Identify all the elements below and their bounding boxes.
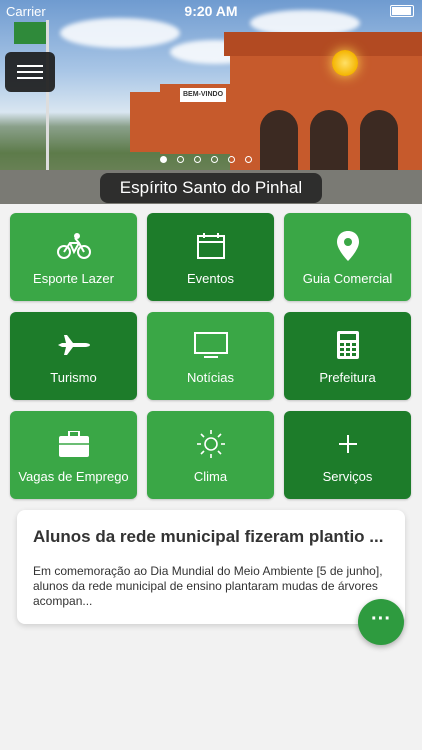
city-name-label: Espírito Santo do Pinhal [100, 173, 322, 203]
tile-prefeitura[interactable]: Prefeitura [284, 312, 411, 400]
carousel-dot[interactable] [160, 156, 167, 163]
tile-label: Guia Comercial [302, 271, 393, 286]
tile-noticias[interactable]: Notícias [147, 312, 274, 400]
plus-icon [284, 427, 411, 461]
tile-label: Clima [193, 469, 228, 484]
gate-pillar [130, 92, 160, 152]
tile-turismo[interactable]: Turismo [10, 312, 137, 400]
tile-clima[interactable]: Clima [147, 411, 274, 499]
menu-icon [17, 77, 43, 79]
carousel-dot[interactable] [211, 156, 218, 163]
news-excerpt: Em comemoração ao Dia Mundial do Meio Am… [33, 564, 383, 608]
news-title: Alunos da rede municipal fizeram plantio… [33, 527, 384, 546]
menu-grid: Esporte Lazer Eventos Guia Comercial Tur… [10, 213, 412, 499]
weather-sun-icon [332, 50, 358, 76]
tile-label: Serviços [322, 469, 373, 484]
tile-vagas-de-emprego[interactable]: Vagas de Emprego [10, 411, 137, 499]
station-building [224, 32, 422, 190]
hero-banner[interactable]: BEM-VINDO Carrier 9:20 AM Espírito Santo… [0, 0, 422, 204]
sun-icon [147, 427, 274, 461]
tile-esporte-lazer[interactable]: Esporte Lazer [10, 213, 137, 301]
carousel-dot[interactable] [228, 156, 235, 163]
tv-icon [147, 328, 274, 362]
flag [14, 22, 46, 44]
hamburger-menu-button[interactable] [5, 52, 55, 92]
tile-servicos[interactable]: Serviços [284, 411, 411, 499]
tile-label: Notícias [187, 370, 234, 385]
cloud [60, 18, 180, 48]
carousel-dot[interactable] [177, 156, 184, 163]
status-bar: Carrier 9:20 AM [0, 0, 422, 22]
tile-label: Vagas de Emprego [18, 469, 129, 484]
briefcase-icon [10, 427, 137, 461]
tile-label: Esporte Lazer [33, 271, 114, 286]
tile-label: Eventos [187, 271, 234, 286]
tile-label: Turismo [50, 370, 97, 385]
menu-icon [17, 65, 43, 67]
carousel-dot[interactable] [245, 156, 252, 163]
map-pin-icon [284, 229, 411, 263]
battery-icon [390, 5, 414, 17]
news-card[interactable]: Alunos da rede municipal fizeram plantio… [17, 510, 405, 624]
tile-eventos[interactable]: Eventos [147, 213, 274, 301]
flag-pole [46, 20, 49, 170]
bicycle-icon [10, 229, 137, 263]
calendar-icon [147, 229, 274, 263]
welcome-sign: BEM-VINDO [180, 88, 226, 102]
more-options-button[interactable]: ··· [358, 599, 404, 645]
tile-label: Prefeitura [319, 370, 376, 385]
carousel-dot[interactable] [194, 156, 201, 163]
clock: 9:20 AM [184, 3, 238, 19]
roof [224, 32, 422, 56]
tile-guia-comercial[interactable]: Guia Comercial [284, 213, 411, 301]
menu-icon [17, 71, 43, 73]
calculator-icon [284, 328, 411, 362]
airplane-icon [10, 328, 137, 362]
carousel-indicator[interactable] [160, 156, 252, 163]
